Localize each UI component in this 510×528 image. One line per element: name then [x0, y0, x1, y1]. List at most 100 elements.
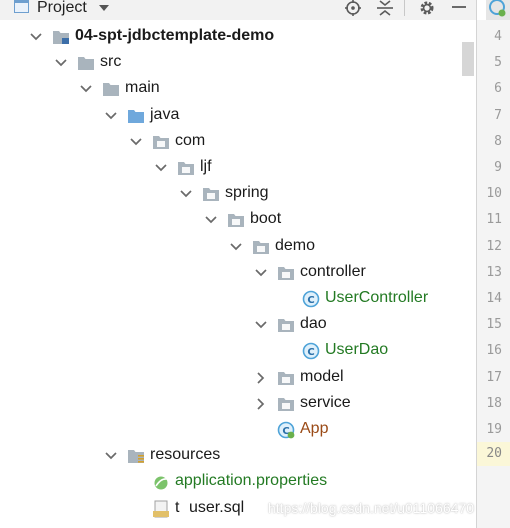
package-icon	[277, 264, 295, 282]
tree-node-label: user.sql	[189, 498, 245, 516]
tree-node-label: controller	[300, 262, 366, 280]
line-number: 9	[494, 160, 502, 175]
line-number: 4	[494, 29, 502, 44]
tree-node[interactable]: main	[0, 76, 462, 102]
line-number: 10	[486, 186, 502, 202]
project-tool-window-header: Project	[0, 0, 476, 20]
tree-node[interactable]: dao	[0, 312, 462, 338]
line-number: 16	[486, 343, 502, 359]
tree-node[interactable]: controller	[0, 260, 462, 286]
tree-node-label: service	[300, 393, 351, 411]
line-number: 7	[494, 107, 502, 123]
tree-node-label: 04-spt-jdbctemplate-demo	[75, 27, 275, 44]
tree-node[interactable]: service	[0, 391, 462, 417]
chevron-right-icon[interactable]	[254, 371, 268, 385]
package-icon	[277, 395, 295, 413]
project-tree: 04-spt-jdbctemplate-demo src main java com lj…	[0, 20, 462, 528]
project-view-title[interactable]: Project	[37, 0, 87, 17]
tree-node[interactable]: C UserDao	[0, 338, 462, 364]
class-icon: C	[302, 342, 320, 360]
folder-icon	[77, 54, 95, 72]
tree-node-label: dao	[300, 315, 327, 333]
tree-node-label: UserController	[325, 289, 429, 306]
line-number: 5	[494, 55, 502, 71]
watermark: https://blog.csdn.net/u011066470	[268, 500, 475, 516]
tree-node[interactable]: boot	[0, 207, 462, 233]
resources-folder-icon	[127, 447, 145, 465]
chevron-down-icon[interactable]	[98, 3, 110, 13]
editor-gutter: 4 5 6 7 8 9 10 11 12 13 14 15 16 17 18 19 20	[477, 20, 510, 528]
spring-boot-class-icon: C	[277, 421, 295, 439]
tree-node-label: application.properties	[175, 472, 328, 490]
tree-node[interactable]: src	[0, 50, 462, 76]
chevron-down-icon[interactable]	[154, 161, 168, 175]
tree-node-label: ljf	[200, 158, 212, 175]
source-folder-icon	[127, 107, 145, 125]
line-number: 17	[486, 369, 502, 385]
editor-tab-spring-boot-icon[interactable]	[486, 0, 510, 20]
chevron-down-icon[interactable]	[129, 135, 143, 149]
sql-file-icon	[152, 500, 170, 518]
package-icon	[252, 238, 270, 256]
chevron-down-icon[interactable]	[229, 240, 243, 254]
tree-node-label: src	[100, 53, 122, 71]
module-icon	[52, 28, 70, 46]
package-icon	[202, 185, 220, 203]
minimize-icon[interactable]	[449, 0, 469, 20]
tree-node[interactable]: C App	[0, 417, 462, 443]
chevron-down-icon[interactable]	[254, 266, 268, 280]
package-icon	[152, 133, 170, 151]
tree-node[interactable]: ljf	[0, 155, 462, 181]
package-icon	[277, 316, 295, 334]
tree-node-label: boot	[250, 210, 282, 228]
tree-node-label: com	[175, 131, 206, 149]
vertical-scrollbar[interactable]	[462, 42, 474, 76]
tree-node[interactable]: com	[0, 129, 462, 155]
line-number: 11	[486, 212, 502, 228]
tree-node[interactable]: model	[0, 365, 462, 391]
line-number: 14	[486, 291, 502, 306]
tree-node-label: main	[125, 79, 160, 97]
line-number: 8	[494, 133, 502, 149]
line-number: 18	[486, 395, 502, 411]
tree-node[interactable]: C UserController	[0, 286, 462, 312]
chevron-down-icon[interactable]	[204, 213, 218, 227]
tree-node-label: UserDao	[325, 341, 389, 359]
chevron-down-icon[interactable]	[54, 56, 68, 70]
gear-icon[interactable]	[417, 0, 437, 20]
chevron-down-icon[interactable]	[29, 30, 43, 44]
chevron-down-icon[interactable]	[254, 318, 268, 332]
line-number: 15	[486, 317, 502, 333]
tree-node-label: model	[300, 367, 344, 385]
tree-node[interactable]: demo	[0, 234, 462, 260]
chevron-down-icon[interactable]	[79, 82, 93, 96]
chevron-down-icon[interactable]	[104, 109, 118, 123]
package-icon	[177, 159, 195, 177]
tree-node[interactable]: spring	[0, 181, 462, 207]
line-number: 6	[494, 81, 502, 97]
tree-node[interactable]: java	[0, 103, 462, 129]
svg-text:C: C	[307, 347, 314, 358]
tree-node-label: resources	[150, 446, 221, 464]
tree-node-label: demo	[275, 236, 316, 254]
chevron-right-icon[interactable]	[254, 397, 268, 411]
tree-node[interactable]: 04-spt-jdbctemplate-demo	[0, 24, 462, 50]
line-number: 20	[477, 442, 510, 467]
line-number: 13	[486, 264, 502, 280]
line-number: 12	[486, 238, 502, 254]
tree-node-label: spring	[225, 184, 269, 202]
tree-node[interactable]: resources	[0, 443, 462, 469]
folder-icon	[102, 80, 120, 98]
class-icon: C	[302, 290, 320, 308]
chevron-down-icon[interactable]	[104, 449, 118, 463]
toolbar-divider	[404, 0, 405, 16]
collapse-all-icon[interactable]	[375, 0, 395, 20]
chevron-down-icon[interactable]	[179, 187, 193, 201]
package-icon	[277, 369, 295, 387]
tree-node-label: java	[150, 105, 180, 123]
locate-icon[interactable]	[343, 0, 363, 20]
tree-node[interactable]: application.properties	[0, 469, 462, 495]
project-window-icon	[14, 0, 29, 13]
file-prefix: t	[175, 498, 180, 516]
svg-text:C: C	[307, 295, 314, 306]
